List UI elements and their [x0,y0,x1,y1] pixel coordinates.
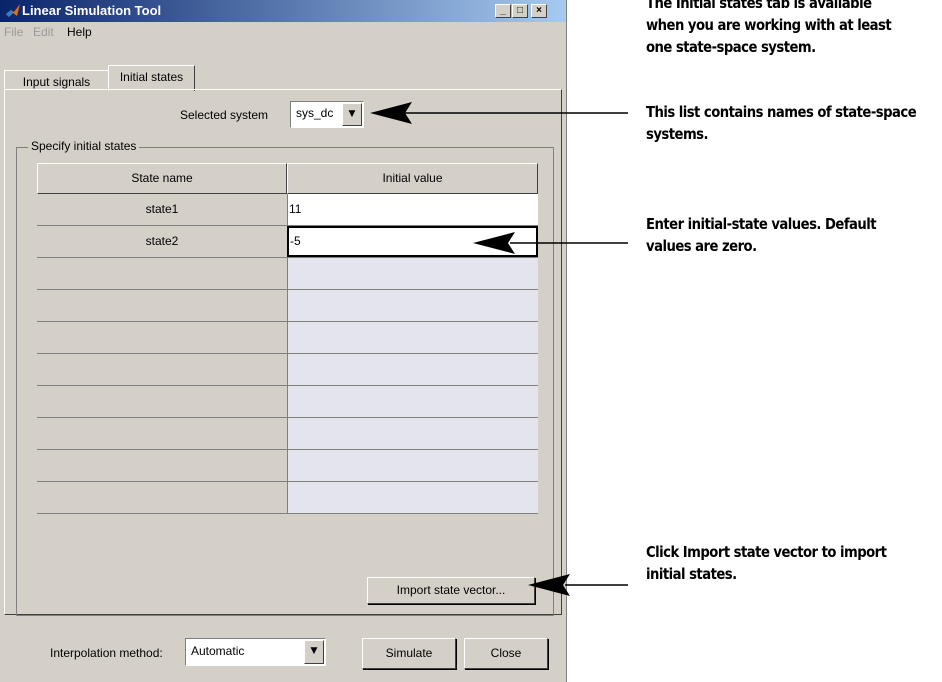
arrow-to-initial-value [473,232,628,254]
arrow-to-import-button [528,574,628,596]
arrow-to-selected-system [370,102,628,124]
callout-arrows [370,102,628,596]
